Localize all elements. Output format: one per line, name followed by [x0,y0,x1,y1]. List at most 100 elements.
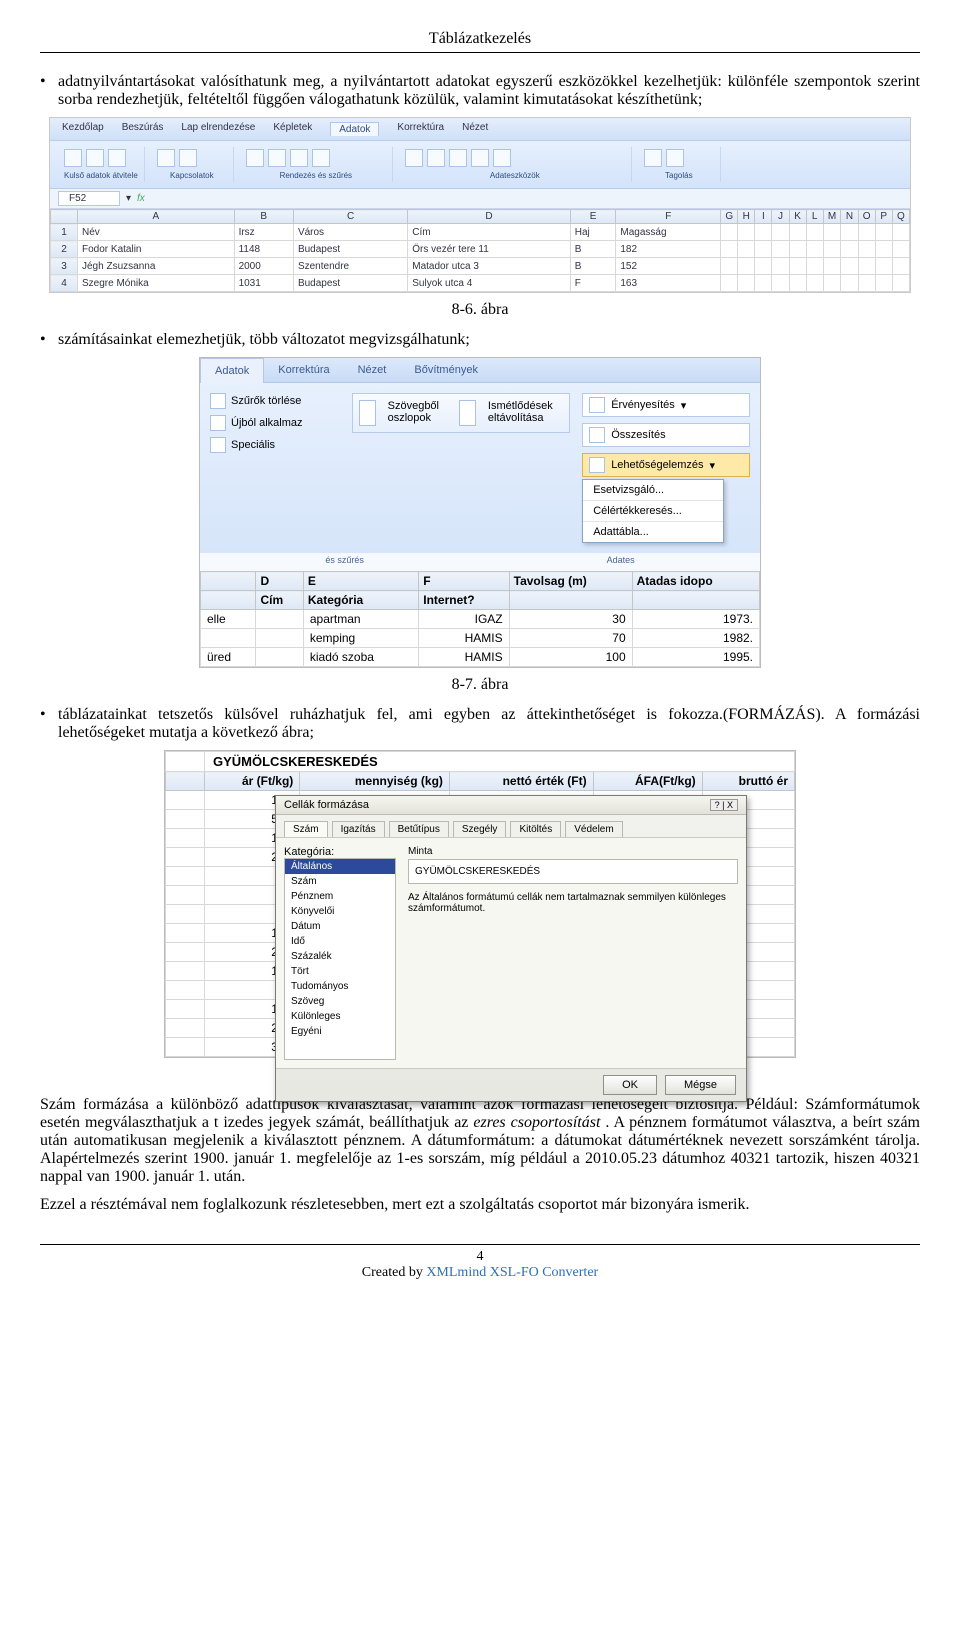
cell[interactable]: Város [293,224,407,241]
cell[interactable] [806,241,823,258]
col-header[interactable]: K [789,210,806,224]
dialog-tab[interactable]: Kitöltés [510,821,561,837]
cell[interactable] [721,275,738,292]
worksheet[interactable]: ABCDEFGHIJKLMNOPQ 1NévIrszVárosCímHajMag… [50,209,910,292]
cell[interactable]: B [570,258,616,275]
cell[interactable]: Szentendre [293,258,407,275]
cell[interactable] [789,275,806,292]
ribbon-icon[interactable] [644,149,662,167]
cell[interactable]: F [570,275,616,292]
tab-item[interactable]: Nézet [462,122,488,136]
cell[interactable] [841,258,858,275]
cell[interactable] [721,258,738,275]
cell[interactable]: B [570,241,616,258]
cell[interactable]: 4 [51,275,78,292]
col-header[interactable] [201,591,256,610]
cell[interactable]: Cím [408,224,571,241]
popup-item[interactable]: Célértékkeresés... [583,500,723,521]
cmd-label[interactable]: Speciális [231,439,275,451]
col-header[interactable]: Cím [256,591,303,610]
ribbon-icon[interactable] [312,149,330,167]
cell[interactable] [166,1000,205,1019]
cmd-label[interactable]: Újból alkalmaz [231,417,303,429]
cell[interactable] [892,241,909,258]
col-header[interactable]: C [293,210,407,224]
cell[interactable] [823,224,841,241]
cell[interactable] [738,241,755,258]
cell[interactable]: 152 [616,258,721,275]
cell[interactable] [841,224,858,241]
ribbon-icon[interactable] [290,149,308,167]
col-header[interactable]: P [875,210,892,224]
cell[interactable]: 2000 [234,258,293,275]
cell[interactable] [823,275,841,292]
col-header[interactable]: ÁFA(Ft/kg) [593,772,702,791]
col-header[interactable]: Atadas idopo [632,572,759,591]
cell[interactable]: kiadó szoba [303,648,418,667]
cell[interactable] [841,275,858,292]
ribbon-icon[interactable] [86,149,104,167]
tab-item[interactable]: Nézet [344,358,401,382]
category-item[interactable]: Tört [285,964,395,979]
cell[interactable]: 30 [509,610,632,629]
popup-item[interactable]: Adattábla... [583,521,723,542]
cell[interactable] [755,241,772,258]
cell[interactable]: HAMIS [419,648,509,667]
dialog-tab[interactable]: Betűtípus [389,821,449,837]
category-item[interactable]: Idő [285,934,395,949]
dialog-tab[interactable]: Védelem [565,821,622,837]
tab-item[interactable]: Lap elrendezése [181,122,255,136]
cell[interactable] [201,629,256,648]
cell[interactable] [755,258,772,275]
ribbon-icon[interactable] [449,149,467,167]
cell[interactable] [755,275,772,292]
cell[interactable] [789,241,806,258]
popup-item[interactable]: Esetvizsgáló... [583,480,723,500]
cell[interactable]: Sulyok utca 4 [408,275,571,292]
tab-item-active[interactable]: Adatok [330,122,379,136]
category-item[interactable]: Szám [285,874,395,889]
cell[interactable] [875,241,892,258]
cell[interactable] [256,648,303,667]
clear-filter-icon[interactable] [210,393,226,409]
col-header[interactable]: bruttó ér [702,772,794,791]
col-header[interactable]: nettó érték (Ft) [449,772,593,791]
col-header[interactable]: ár (Ft/kg) [205,772,300,791]
col-header[interactable]: J [772,210,789,224]
cell[interactable] [789,224,806,241]
cell[interactable]: 1995. [632,648,759,667]
col-header[interactable]: B [234,210,293,224]
cell[interactable] [755,224,772,241]
category-item[interactable]: Könyvelői [285,904,395,919]
cell[interactable]: Matador utca 3 [408,258,571,275]
whatif-button[interactable]: Lehetőségelemzés ▾ [582,453,750,477]
category-list[interactable]: ÁltalánosSzámPénznemKönyvelőiDátumIdőSzá… [284,858,396,1060]
cell[interactable] [823,258,841,275]
cell[interactable] [256,629,303,648]
advanced-filter-icon[interactable] [210,437,226,453]
col-header[interactable]: N [841,210,858,224]
dialog-tab[interactable]: Igazítás [332,821,385,837]
category-item[interactable]: Szöveg [285,994,395,1009]
cell[interactable] [772,241,789,258]
cell[interactable] [858,258,875,275]
cell[interactable]: Fodor Katalin [78,241,235,258]
col-header[interactable]: Q [892,210,909,224]
cell[interactable]: 3 [51,258,78,275]
cell[interactable] [721,224,738,241]
cell[interactable] [256,610,303,629]
category-item[interactable]: Egyéni [285,1024,395,1039]
category-item[interactable]: Tudományos [285,979,395,994]
cell[interactable]: Irsz [234,224,293,241]
cell[interactable] [806,224,823,241]
ribbon-icon[interactable] [405,149,423,167]
cell[interactable] [875,258,892,275]
text-to-columns-group[interactable]: Szövegből oszlopok Ismétlődések eltávolí… [352,393,570,433]
cell[interactable] [858,275,875,292]
dialog-tab[interactable]: Szegély [453,821,507,837]
ribbon-icon[interactable] [179,149,197,167]
cell[interactable] [738,224,755,241]
category-item[interactable]: Dátum [285,919,395,934]
cell[interactable] [166,1038,205,1057]
cmd-label[interactable]: Szűrők törlése [231,395,301,407]
